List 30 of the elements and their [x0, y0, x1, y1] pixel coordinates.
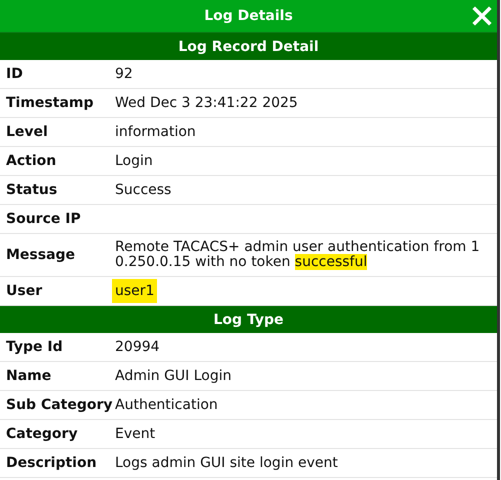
field-label: User [5, 283, 44, 299]
field-value: Event [115, 426, 156, 442]
field-label: Type Id [5, 339, 64, 355]
field-label: ID [5, 66, 24, 82]
field-label: Sub Category [5, 397, 114, 413]
field-label: Action [5, 153, 58, 169]
field-value: 20994 [115, 339, 160, 355]
window-title: Log Details [204, 8, 293, 24]
field-value: Remote TACACS+ admin user authentication from 10.250.0.15 with no token successful [115, 238, 481, 272]
field-value: Logs admin GUI site login event [115, 455, 338, 471]
field-value: Success [115, 182, 172, 198]
field-label: Name [5, 368, 52, 384]
field-label: Description [5, 455, 98, 471]
field-label: Category [5, 426, 79, 442]
field-value: user1 [112, 279, 158, 303]
field-label: Level [5, 124, 49, 140]
field-value: Login [115, 153, 153, 169]
close-icon [472, 6, 492, 26]
field-value: Authentication [115, 397, 218, 413]
field-label: Source IP [5, 211, 82, 227]
field-value: information [115, 124, 196, 140]
field-value: 92 [115, 66, 133, 82]
close-button[interactable] [471, 5, 493, 27]
section-header: Log Record Detail [0, 33, 497, 60]
field-label: Status [5, 182, 58, 198]
field-value: Wed Dec 3 23:41:22 2025 [115, 95, 298, 111]
field-label: Message [5, 247, 76, 263]
field-label: Timestamp [5, 95, 95, 111]
field-value: Admin GUI Login [115, 368, 232, 384]
section-header: Log Type [0, 306, 497, 333]
